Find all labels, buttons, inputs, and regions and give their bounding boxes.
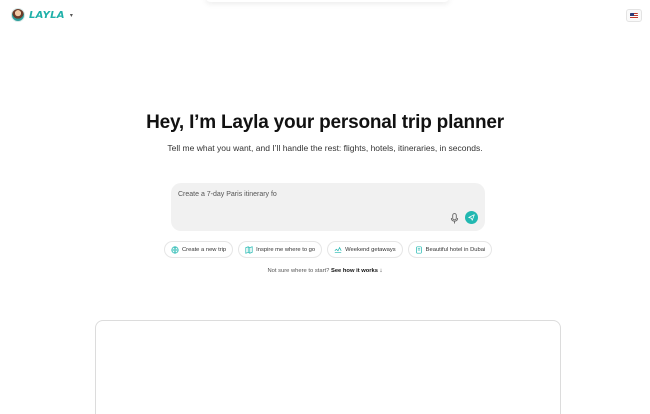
chip-label: Create a new trip	[182, 246, 227, 253]
chip-create-new-trip[interactable]: Create a new trip	[164, 241, 234, 258]
map-icon	[245, 245, 253, 254]
page: LAYLA ▾ Hey, I’m Layla your personal tri…	[0, 0, 650, 414]
prompt-text: Create a 7-day Paris itinerary fo	[178, 191, 277, 198]
send-icon	[468, 214, 475, 221]
help-hint: Not sure where to start? See how it work…	[0, 268, 650, 274]
top-shadow-strip	[205, 0, 450, 2]
chip-label: Beautiful hotel in Dubai	[425, 246, 486, 253]
page-title: Hey, I’m Layla your personal trip planne…	[146, 112, 504, 133]
us-flag-icon	[630, 12, 638, 19]
page-subtitle: Tell me what you want, and I’ll handle t…	[167, 143, 483, 153]
content-panel	[95, 320, 561, 414]
suggestion-chips: Create a new trip Inspire me where to go…	[164, 241, 493, 258]
chip-inspire-me[interactable]: Inspire me where to go	[238, 241, 323, 258]
chip-label: Weekend getaways	[345, 246, 396, 253]
chip-weekend-getaways[interactable]: Weekend getaways	[327, 241, 403, 258]
globe-icon	[171, 245, 179, 254]
see-how-it-works-link[interactable]: See how it works ↓	[331, 268, 383, 274]
hint-prefix: Not sure where to start?	[267, 268, 330, 274]
send-button[interactable]	[465, 211, 478, 224]
brand-logo: LAYLA	[29, 9, 65, 21]
brand-menu[interactable]: LAYLA ▾	[11, 8, 73, 22]
chip-label: Inspire me where to go	[256, 246, 316, 253]
chevron-down-icon: ▾	[69, 12, 73, 19]
microphone-icon[interactable]	[450, 213, 459, 224]
hotel-icon	[415, 245, 422, 254]
chip-hotel-dubai[interactable]: Beautiful hotel in Dubai	[407, 241, 493, 258]
avatar	[11, 8, 25, 22]
plane-icon	[334, 246, 342, 253]
prompt-input[interactable]: Create a 7-day Paris itinerary fo	[171, 183, 485, 231]
language-button[interactable]	[626, 9, 642, 22]
